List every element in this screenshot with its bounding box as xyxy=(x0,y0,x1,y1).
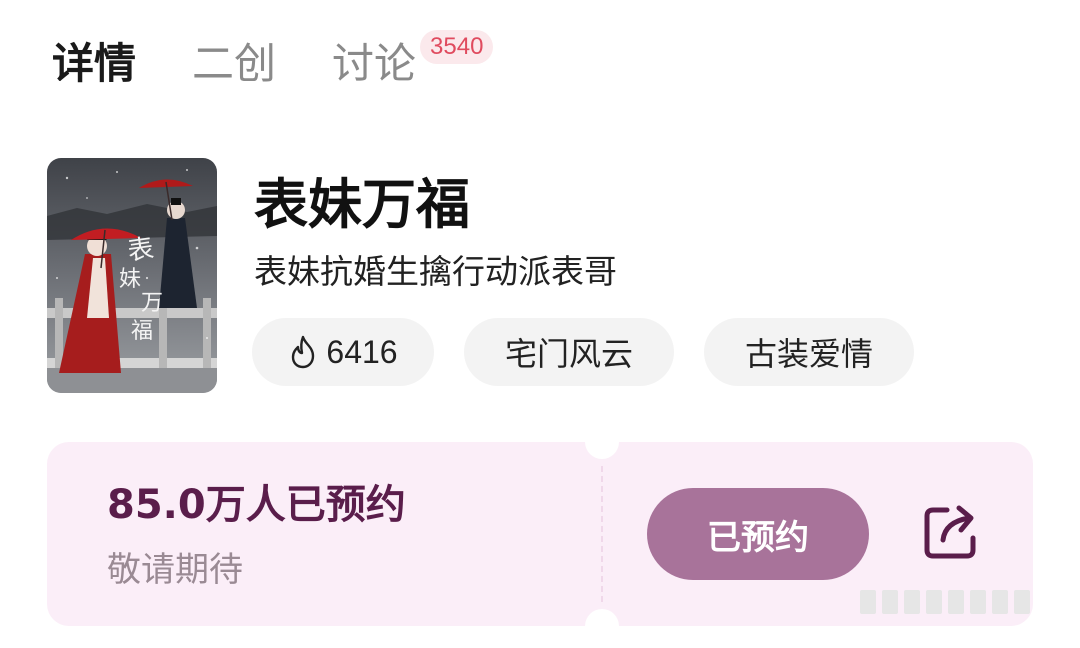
watermark xyxy=(860,590,1036,614)
tab-fan-creations[interactable]: 二创 xyxy=(192,34,276,94)
reserved-button-label: 已预约 xyxy=(707,517,809,558)
reserved-button[interactable]: 已预约 xyxy=(647,488,869,580)
tab-bar: 详情 二创 讨论 3540 xyxy=(52,30,494,98)
tab-details-label: 详情 xyxy=(52,39,137,88)
tab-discussion-label: 讨论 xyxy=(332,39,417,88)
category-chip-mansion-intrigue[interactable]: 宅门风云 xyxy=(464,318,674,386)
svg-text:万: 万 xyxy=(141,291,163,316)
tab-fan-creations-label: 二创 xyxy=(192,39,277,88)
discussion-count-badge: 3540 xyxy=(420,30,494,64)
reservation-count: 85.0万人已预约 xyxy=(107,482,406,528)
flame-icon xyxy=(292,335,315,369)
ticket-notch-top xyxy=(585,425,619,459)
category-label: 宅门风云 xyxy=(504,335,633,373)
ticket-divider xyxy=(601,466,603,602)
heat-value: 6416 xyxy=(326,333,398,370)
reservation-hint: 敬请期待 xyxy=(107,550,243,590)
category-chip-costume-romance[interactable]: 古装爱情 xyxy=(704,318,914,386)
ticket-notch-bottom xyxy=(585,609,619,643)
tab-discussion[interactable]: 讨论 3540 xyxy=(332,30,494,94)
share-icon xyxy=(924,505,976,559)
show-subtitle: 表妹抗婚生擒行动派表哥 xyxy=(254,252,617,291)
show-poster[interactable]: 表 妹 万 福 xyxy=(47,158,217,393)
svg-text:妹: 妹 xyxy=(119,267,141,292)
poster-image: 表 妹 万 福 xyxy=(47,158,217,393)
svg-text:表: 表 xyxy=(126,234,156,267)
show-title: 表妹万福 xyxy=(254,173,470,236)
heat-chip[interactable]: 6416 xyxy=(252,318,434,386)
svg-text:福: 福 xyxy=(131,319,153,344)
show-tags: 6416 宅门风云 古装爱情 xyxy=(252,318,944,386)
tab-details[interactable]: 详情 xyxy=(52,34,136,94)
category-label: 古装爱情 xyxy=(744,335,873,373)
show-detail-page: 详情 二创 讨论 3540 表 妹 万 福 表妹万福 表妹抗婚生擒行动派表哥 6… xyxy=(0,0,1080,648)
share-button[interactable] xyxy=(919,500,983,564)
